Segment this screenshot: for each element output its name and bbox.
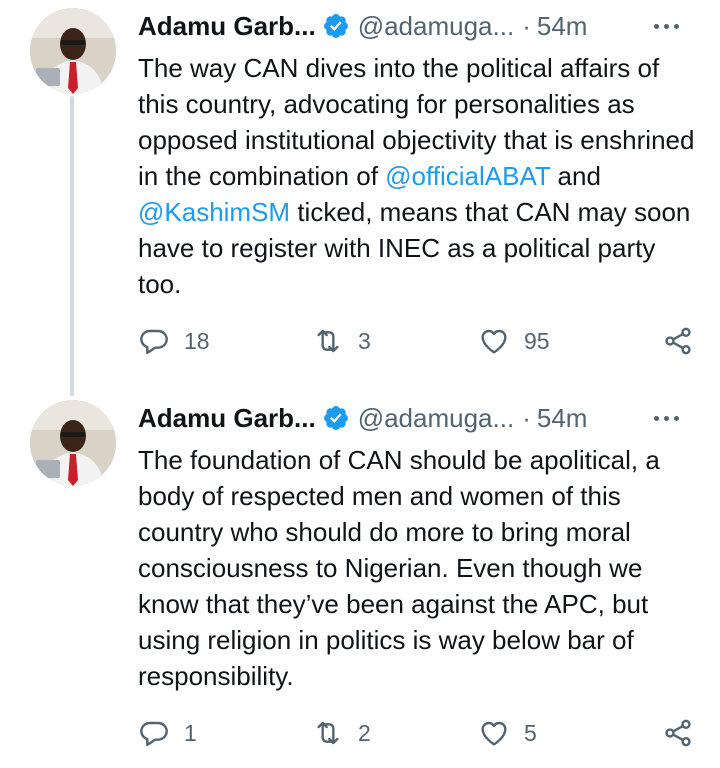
tweet-text-run: The foundation of CAN should be apolitic… <box>138 445 660 691</box>
author-handle[interactable]: @adamuga... <box>358 403 514 434</box>
mention-link[interactable]: @KashimSM <box>138 197 290 227</box>
author-name[interactable]: Adamu Garb... <box>138 403 316 434</box>
tweet-actions: 18 3 95 <box>138 321 698 361</box>
reply-button[interactable]: 18 <box>138 321 210 361</box>
tweet-header: Adamu Garb... @adamuga... · 54m <box>138 400 587 436</box>
timestamp[interactable]: 54m <box>537 11 588 42</box>
avatar[interactable] <box>30 400 116 486</box>
author-name[interactable]: Adamu Garb... <box>138 11 316 42</box>
mention-link[interactable]: @officialABAT <box>385 161 550 191</box>
like-button[interactable]: 95 <box>478 321 550 361</box>
verified-badge-icon <box>322 12 350 40</box>
verified-badge-icon <box>322 404 350 432</box>
retweet-count: 3 <box>358 327 371 354</box>
reply-count: 1 <box>184 719 197 746</box>
tweet-header: Adamu Garb... @adamuga... · 54m <box>138 8 587 44</box>
share-icon <box>665 719 691 747</box>
thread-connector-line <box>70 96 74 396</box>
like-count: 95 <box>524 327 550 354</box>
heart-icon <box>481 721 507 746</box>
more-dots-icon[interactable] <box>646 8 686 44</box>
retweet-count: 2 <box>358 719 371 746</box>
retweet-button[interactable]: 3 <box>312 321 371 361</box>
more-dots-icon[interactable] <box>646 400 686 436</box>
retweet-icon <box>317 329 339 353</box>
timestamp[interactable]: 54m <box>537 403 588 434</box>
retweet-button[interactable]: 2 <box>312 713 371 753</box>
reply-bubble-icon <box>140 329 168 355</box>
share-button[interactable] <box>658 321 698 361</box>
separator-dot: · <box>522 10 531 41</box>
like-count: 5 <box>524 719 537 746</box>
reply-count: 18 <box>184 327 210 354</box>
share-button[interactable] <box>658 713 698 753</box>
retweet-icon <box>317 721 339 745</box>
separator-dot: · <box>522 402 531 433</box>
tweet-text: The way CAN dives into the political aff… <box>138 50 704 302</box>
reply-bubble-icon <box>140 721 168 747</box>
tweet-text-run: and <box>550 161 601 191</box>
avatar[interactable] <box>30 8 116 94</box>
heart-icon <box>481 329 507 354</box>
reply-button[interactable]: 1 <box>138 713 197 753</box>
author-handle[interactable]: @adamuga... <box>358 11 514 42</box>
tweet-text: The foundation of CAN should be apolitic… <box>138 442 704 694</box>
tweet-actions: 1 2 5 <box>138 713 698 753</box>
share-icon <box>665 327 691 355</box>
like-button[interactable]: 5 <box>478 713 537 753</box>
